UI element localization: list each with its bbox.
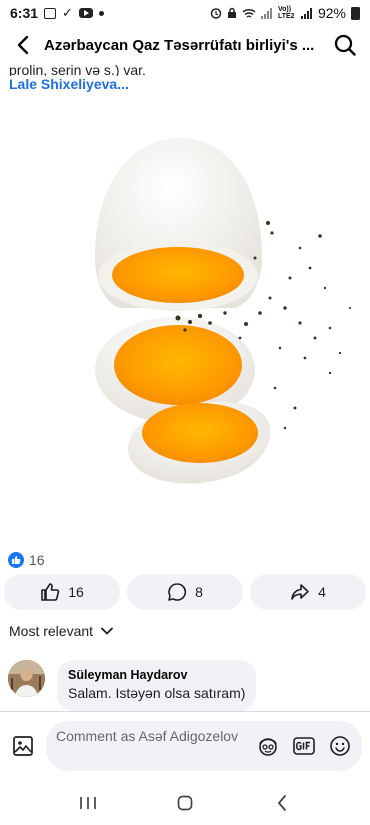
like-count: 16	[68, 584, 84, 600]
like-reaction-icon	[8, 552, 24, 568]
post-text-tail: prolin, serin və s.) var.	[9, 62, 146, 76]
signal-icon-2	[300, 7, 312, 19]
system-nav-bar	[0, 780, 370, 825]
chevron-down-icon	[101, 627, 113, 635]
post-actions: 16 8 4	[4, 574, 366, 610]
back-nav-button[interactable]	[262, 783, 302, 823]
wifi-icon	[242, 8, 256, 18]
more-notifications-icon	[98, 10, 104, 16]
gallery-notification-icon	[44, 7, 57, 19]
youtube-notification-icon	[78, 8, 93, 18]
battery-icon	[351, 6, 360, 20]
comment-input[interactable]	[56, 725, 246, 766]
avatar-sticker-icon	[259, 737, 277, 756]
share-button[interactable]: 4	[250, 574, 366, 610]
lock-icon	[227, 7, 236, 18]
comment-count: 8	[195, 584, 203, 600]
share-arrow-icon	[291, 584, 309, 600]
home-button[interactable]	[165, 783, 205, 823]
battery-percent: 92%	[317, 5, 346, 21]
status-time: 6:31	[10, 5, 39, 21]
avatar-sticker-button[interactable]	[254, 732, 282, 760]
like-button[interactable]: 16	[4, 574, 120, 610]
page-title: Azərbaycan Qaz Təsərrüfatı birliyi's ...	[44, 36, 315, 54]
sort-label: Most relevant	[9, 623, 94, 639]
signal-icon	[260, 7, 272, 19]
commenter-avatar[interactable]	[8, 660, 45, 697]
reaction-summary[interactable]: 16	[8, 552, 45, 568]
top-app-bar: Azərbaycan Qaz Təsərrüfatı birliyi's ...	[0, 26, 370, 64]
home-icon	[177, 795, 193, 810]
comment-button[interactable]: 8	[127, 574, 243, 610]
search-button[interactable]	[330, 30, 360, 60]
comment-compose-bar	[0, 711, 370, 779]
image-icon	[13, 735, 33, 756]
emoji-button[interactable]	[326, 732, 354, 760]
chevron-left-icon	[277, 794, 286, 811]
check-notification-icon: ✓	[62, 5, 73, 20]
smiley-icon	[330, 735, 350, 756]
search-icon	[334, 34, 356, 56]
post-photo[interactable]	[0, 108, 370, 546]
comment-sort-dropdown[interactable]: Most relevant	[9, 623, 113, 639]
reaction-count: 16	[29, 552, 45, 568]
share-count: 4	[318, 584, 326, 600]
alarm-icon	[210, 8, 222, 19]
recent-apps-icon	[80, 796, 97, 809]
comment-item: Süleyman Haydarov Salam. Istəyən olsa sa…	[8, 660, 362, 711]
post-text: prolin, serin və s.) var. Lale Shixeliye…	[9, 62, 359, 93]
arrow-left-icon	[17, 35, 29, 55]
comment-bubble-icon	[168, 583, 187, 601]
back-button[interactable]	[10, 30, 36, 60]
boiled-egg-photo-icon	[95, 138, 351, 484]
recent-apps-button[interactable]	[68, 783, 108, 823]
gif-button[interactable]	[290, 732, 318, 760]
attach-photo-button[interactable]	[8, 731, 38, 761]
comment-bubble[interactable]: Süleyman Haydarov Salam. Istəyən olsa sa…	[57, 660, 257, 711]
author-link[interactable]: Lale Shixeliyeva...	[9, 76, 359, 93]
network-label: Vo)) LTE2	[277, 6, 295, 20]
thumbs-up-icon	[41, 583, 60, 601]
gif-icon	[293, 736, 315, 755]
status-bar: 6:31 ✓ Vo)) LTE2 92%	[0, 0, 370, 26]
comment-text: Salam. Istəyən olsa satıram)	[68, 685, 246, 701]
commenter-name[interactable]: Süleyman Haydarov	[68, 667, 245, 683]
comment-field	[46, 720, 362, 771]
